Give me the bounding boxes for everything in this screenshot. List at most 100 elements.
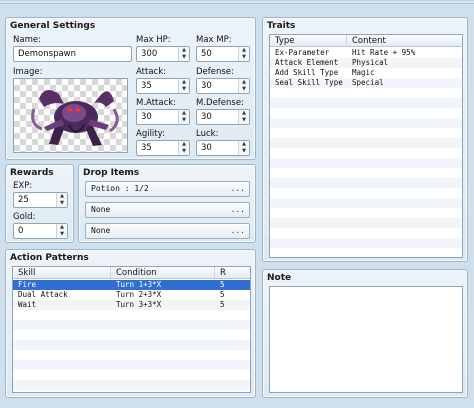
stepper-arrows-icon[interactable]: ▲ ▼	[178, 110, 189, 124]
stepper-arrows-icon[interactable]: ▲ ▼	[56, 224, 67, 238]
drop-item-3[interactable]: None...	[85, 223, 250, 239]
empty-row[interactable]	[270, 128, 462, 138]
drop-item-3-label: None	[91, 226, 111, 235]
m-attack-value: 30	[141, 112, 152, 122]
empty-row[interactable]	[270, 178, 462, 188]
defense-stepper[interactable]: 30 ▲ ▼	[196, 78, 250, 94]
empty-row[interactable]	[13, 340, 250, 350]
empty-row[interactable]	[270, 98, 462, 108]
name-field[interactable]: Demonspawn	[13, 46, 132, 62]
stepper-arrows-icon[interactable]: ▲ ▼	[238, 110, 249, 124]
note-textarea[interactable]	[269, 286, 463, 393]
luck-stepper[interactable]: 30 ▲ ▼	[196, 140, 250, 156]
trait-content: Hit Rate + 95%	[352, 48, 416, 57]
general-settings-panel: General Settings Name: Demonspawn Image:…	[5, 17, 256, 160]
action-row[interactable]: Fire Turn 1+3*X 5	[13, 280, 250, 290]
stepper-arrows-icon[interactable]: ▲ ▼	[178, 47, 189, 61]
empty-row[interactable]	[13, 310, 250, 320]
general-settings-title: General Settings	[10, 21, 96, 31]
empty-row[interactable]	[270, 198, 462, 208]
exp-stepper[interactable]: 25 ▲ ▼	[13, 192, 68, 208]
trait-type: Ex-Parameter	[275, 48, 330, 57]
empty-row[interactable]	[270, 148, 462, 158]
action-patterns-title: Action Patterns	[10, 253, 89, 263]
empty-row[interactable]	[270, 158, 462, 168]
empty-row[interactable]	[270, 88, 462, 98]
empty-row[interactable]	[270, 108, 462, 118]
empty-row[interactable]	[270, 118, 462, 128]
empty-row[interactable]	[270, 188, 462, 198]
drop-items-panel: Drop Items Potion : 1/2... None... None.…	[78, 164, 256, 243]
attack-label: Attack:	[136, 67, 166, 77]
attack-value: 35	[141, 81, 152, 91]
drop-item-2-label: None	[91, 205, 111, 214]
empty-row[interactable]	[13, 350, 250, 360]
note-panel: Note	[262, 269, 468, 398]
max-mp-stepper[interactable]: 50 ▲ ▼	[196, 46, 250, 62]
traits-panel: Traits Type Content Ex-Parameter Hit Rat…	[262, 17, 468, 262]
column-condition[interactable]: Condition	[111, 267, 215, 279]
stepper-arrows-icon[interactable]: ▲ ▼	[178, 79, 189, 93]
empty-row[interactable]	[270, 208, 462, 218]
max-mp-value: 50	[201, 49, 212, 59]
trait-type: Seal Skill Type	[275, 78, 343, 87]
luck-value: 30	[201, 143, 212, 153]
empty-row[interactable]	[270, 228, 462, 238]
drop-item-2[interactable]: None...	[85, 202, 250, 218]
empty-row[interactable]	[13, 370, 250, 380]
agility-value: 35	[141, 143, 152, 153]
ellipsis-icon: ...	[230, 226, 245, 235]
action-rating: 5	[220, 290, 225, 299]
empty-row[interactable]	[270, 218, 462, 228]
gold-stepper[interactable]: 0 ▲ ▼	[13, 223, 68, 239]
empty-row[interactable]	[270, 138, 462, 148]
enemy-image-picker[interactable]	[13, 78, 128, 153]
stepper-arrows-icon[interactable]: ▲ ▼	[238, 79, 249, 93]
agility-stepper[interactable]: 35 ▲ ▼	[136, 140, 190, 156]
m-defense-stepper[interactable]: 30 ▲ ▼	[196, 109, 250, 125]
action-patterns-list[interactable]: Skill Condition R Fire Turn 1+3*X 5 Dual…	[12, 266, 251, 393]
stepper-arrows-icon[interactable]: ▲ ▼	[178, 141, 189, 155]
column-content[interactable]: Content	[347, 35, 462, 47]
exp-value: 25	[18, 195, 29, 205]
image-label: Image:	[13, 67, 43, 77]
traits-header: Type Content	[270, 35, 462, 47]
stepper-arrows-icon[interactable]: ▲ ▼	[238, 141, 249, 155]
action-patterns-panel: Action Patterns Skill Condition R Fire T…	[5, 249, 256, 398]
empty-row[interactable]	[13, 330, 250, 340]
max-hp-stepper[interactable]: 300 ▲ ▼	[136, 46, 190, 62]
defense-value: 30	[201, 81, 212, 91]
demon-battler-image	[31, 90, 119, 146]
stepper-arrows-icon[interactable]: ▲ ▼	[238, 47, 249, 61]
drop-item-1-label: Potion : 1/2	[91, 184, 149, 193]
trait-row[interactable]: Ex-Parameter Hit Rate + 95%	[270, 48, 462, 58]
action-condition: Turn 3+3*X	[116, 300, 162, 309]
trait-row[interactable]: Seal Skill Type Special	[270, 78, 462, 88]
trait-row[interactable]: Attack Element Physical	[270, 58, 462, 68]
luck-label: Luck:	[196, 129, 219, 139]
empty-row[interactable]	[270, 238, 462, 248]
attack-stepper[interactable]: 35 ▲ ▼	[136, 78, 190, 94]
column-skill[interactable]: Skill	[13, 267, 111, 279]
agility-label: Agility:	[136, 129, 165, 139]
empty-row[interactable]	[13, 380, 250, 390]
ellipsis-icon: ...	[230, 184, 245, 193]
action-condition: Turn 2+3*X	[116, 290, 162, 299]
action-row[interactable]: Dual Attack Turn 2+3*X 5	[13, 290, 250, 300]
column-r[interactable]: R	[215, 267, 250, 279]
empty-row[interactable]	[270, 248, 462, 257]
defense-label: Defense:	[196, 67, 234, 77]
empty-row[interactable]	[13, 320, 250, 330]
traits-list[interactable]: Type Content Ex-Parameter Hit Rate + 95%…	[269, 34, 463, 258]
empty-row[interactable]	[13, 360, 250, 370]
drop-item-1[interactable]: Potion : 1/2...	[85, 181, 250, 197]
max-hp-value: 300	[141, 49, 158, 59]
stepper-arrows-icon[interactable]: ▲ ▼	[56, 193, 67, 207]
action-rating: 5	[220, 280, 225, 289]
column-type[interactable]: Type	[270, 35, 347, 47]
action-row[interactable]: Wait Turn 3+3*X 5	[13, 300, 250, 310]
m-attack-stepper[interactable]: 30 ▲ ▼	[136, 109, 190, 125]
name-label: Name:	[13, 35, 41, 45]
trait-row[interactable]: Add Skill Type Magic	[270, 68, 462, 78]
empty-row[interactable]	[270, 168, 462, 178]
